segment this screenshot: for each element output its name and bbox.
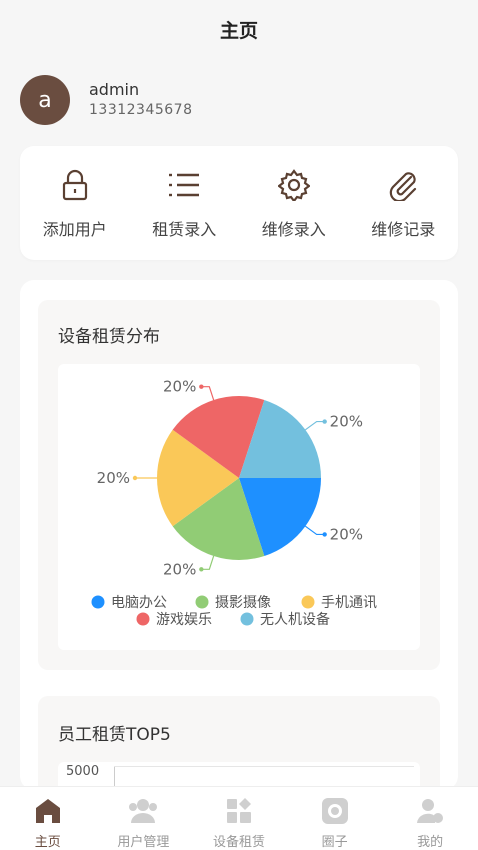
profile-icon bbox=[415, 797, 445, 825]
profile-phone: 13312345678 bbox=[89, 102, 193, 118]
top5-title: 员工租赁TOP5 bbox=[58, 725, 171, 745]
tab-label: 圈子 bbox=[321, 835, 348, 850]
data-label: 20% bbox=[330, 413, 363, 431]
data-label: 20% bbox=[330, 525, 363, 543]
rental-entry-label: 租赁录入 bbox=[152, 220, 217, 239]
tab-user-management[interactable]: 用户管理 bbox=[96, 787, 192, 850]
repair-entry-label: 维修录入 bbox=[261, 220, 326, 239]
grid-icon bbox=[224, 797, 254, 825]
add-user-button[interactable]: 添加用户 bbox=[20, 146, 130, 260]
legend-label: 电脑办公 bbox=[111, 595, 167, 611]
tab-home[interactable]: 主页 bbox=[0, 787, 96, 850]
pie-chart: 20% 20% 20% 20% 20% 电脑办公 摄影摄像 手机通讯游戏娱乐 无人机设备 bbox=[58, 364, 420, 650]
users-icon bbox=[128, 797, 158, 825]
repair-records-label: 维修记录 bbox=[371, 220, 436, 239]
data-label: 20% bbox=[163, 560, 196, 578]
grid-line bbox=[114, 766, 414, 767]
circle-icon bbox=[320, 797, 350, 825]
label-line bbox=[304, 420, 325, 431]
label-dot bbox=[322, 419, 327, 424]
legend-item[interactable]: 手机通讯 bbox=[301, 595, 378, 611]
legend-label: 游戏娱乐 bbox=[156, 612, 212, 628]
nav-bar: 主页 bbox=[0, 0, 478, 58]
legend-label: 无人机设备 bbox=[260, 611, 330, 628]
page-title: 主页 bbox=[219, 19, 258, 42]
data-label: 20% bbox=[97, 469, 130, 487]
legend-swatch bbox=[240, 612, 254, 626]
home-icon bbox=[33, 797, 63, 825]
label-line bbox=[201, 555, 215, 570]
legend-swatch bbox=[195, 595, 209, 609]
label-dot bbox=[199, 384, 204, 389]
legend-item[interactable]: 摄影摄像 bbox=[195, 595, 272, 611]
repair-records-button[interactable]: 维修记录 bbox=[349, 146, 459, 260]
gear-icon bbox=[277, 168, 311, 202]
legend-item[interactable]: 游戏娱乐 bbox=[136, 612, 213, 628]
legend-item[interactable]: 电脑办公 bbox=[91, 595, 168, 611]
label-line bbox=[304, 525, 325, 536]
repair-entry-button[interactable]: 维修录入 bbox=[239, 146, 349, 260]
legend-swatch bbox=[301, 595, 315, 609]
label-dot bbox=[322, 532, 327, 537]
tab-label: 主页 bbox=[34, 835, 61, 850]
profile-info: admin 13312345678 bbox=[89, 80, 192, 120]
main-panel: 设备租赁分布 20% 20% 20% 20% 20% 电脑办公 摄影摄像 手机通讯游戏娱乐 无人… bbox=[20, 280, 458, 816]
label-line bbox=[201, 386, 215, 401]
label-dot bbox=[132, 475, 138, 481]
legend-label: 手机通讯 bbox=[321, 595, 377, 611]
avatar[interactable]: a bbox=[20, 75, 70, 125]
legend-swatch bbox=[136, 612, 150, 626]
tab-label: 设备租赁 bbox=[212, 835, 265, 850]
pie-chart-svg: 20% 20% 20% 20% 20% 电脑办公 摄影摄像 手机通讯游戏娱乐 无人机设备 bbox=[91, 378, 378, 628]
data-label: 20% bbox=[163, 378, 196, 396]
tab-bar: 主页 用户管理 设备租赁 圈子 我的 bbox=[0, 786, 478, 850]
y-tick-label: 5000 bbox=[66, 764, 100, 779]
rental-distribution-card: 设备租赁分布 20% 20% 20% 20% 20% 电脑办公 摄影摄像 手机通讯游戏娱乐 无人… bbox=[38, 300, 440, 670]
profile-header[interactable]: a admin 13312345678 bbox=[20, 75, 192, 125]
chart-title: 设备租赁分布 bbox=[58, 327, 160, 347]
tab-mine[interactable]: 我的 bbox=[382, 787, 478, 850]
tab-equipment-rental[interactable]: 设备租赁 bbox=[191, 787, 287, 850]
tab-label: 用户管理 bbox=[117, 835, 170, 850]
legend-label: 摄影摄像 bbox=[215, 595, 271, 611]
add-user-label: 添加用户 bbox=[42, 220, 107, 239]
label-dot bbox=[199, 567, 204, 572]
tab-label: 我的 bbox=[417, 835, 444, 850]
profile-name: admin bbox=[89, 80, 140, 99]
legend-item[interactable]: 无人机设备 bbox=[240, 611, 331, 628]
tab-circle[interactable]: 圈子 bbox=[287, 787, 383, 850]
rental-entry-button[interactable]: 租赁录入 bbox=[130, 146, 240, 260]
quick-actions-card: 添加用户 租赁录入 维修录入 维修记录 bbox=[20, 146, 458, 260]
lock-icon bbox=[58, 168, 92, 202]
legend-swatch bbox=[91, 595, 105, 609]
paperclip-icon bbox=[386, 168, 420, 202]
list-icon bbox=[167, 168, 201, 202]
